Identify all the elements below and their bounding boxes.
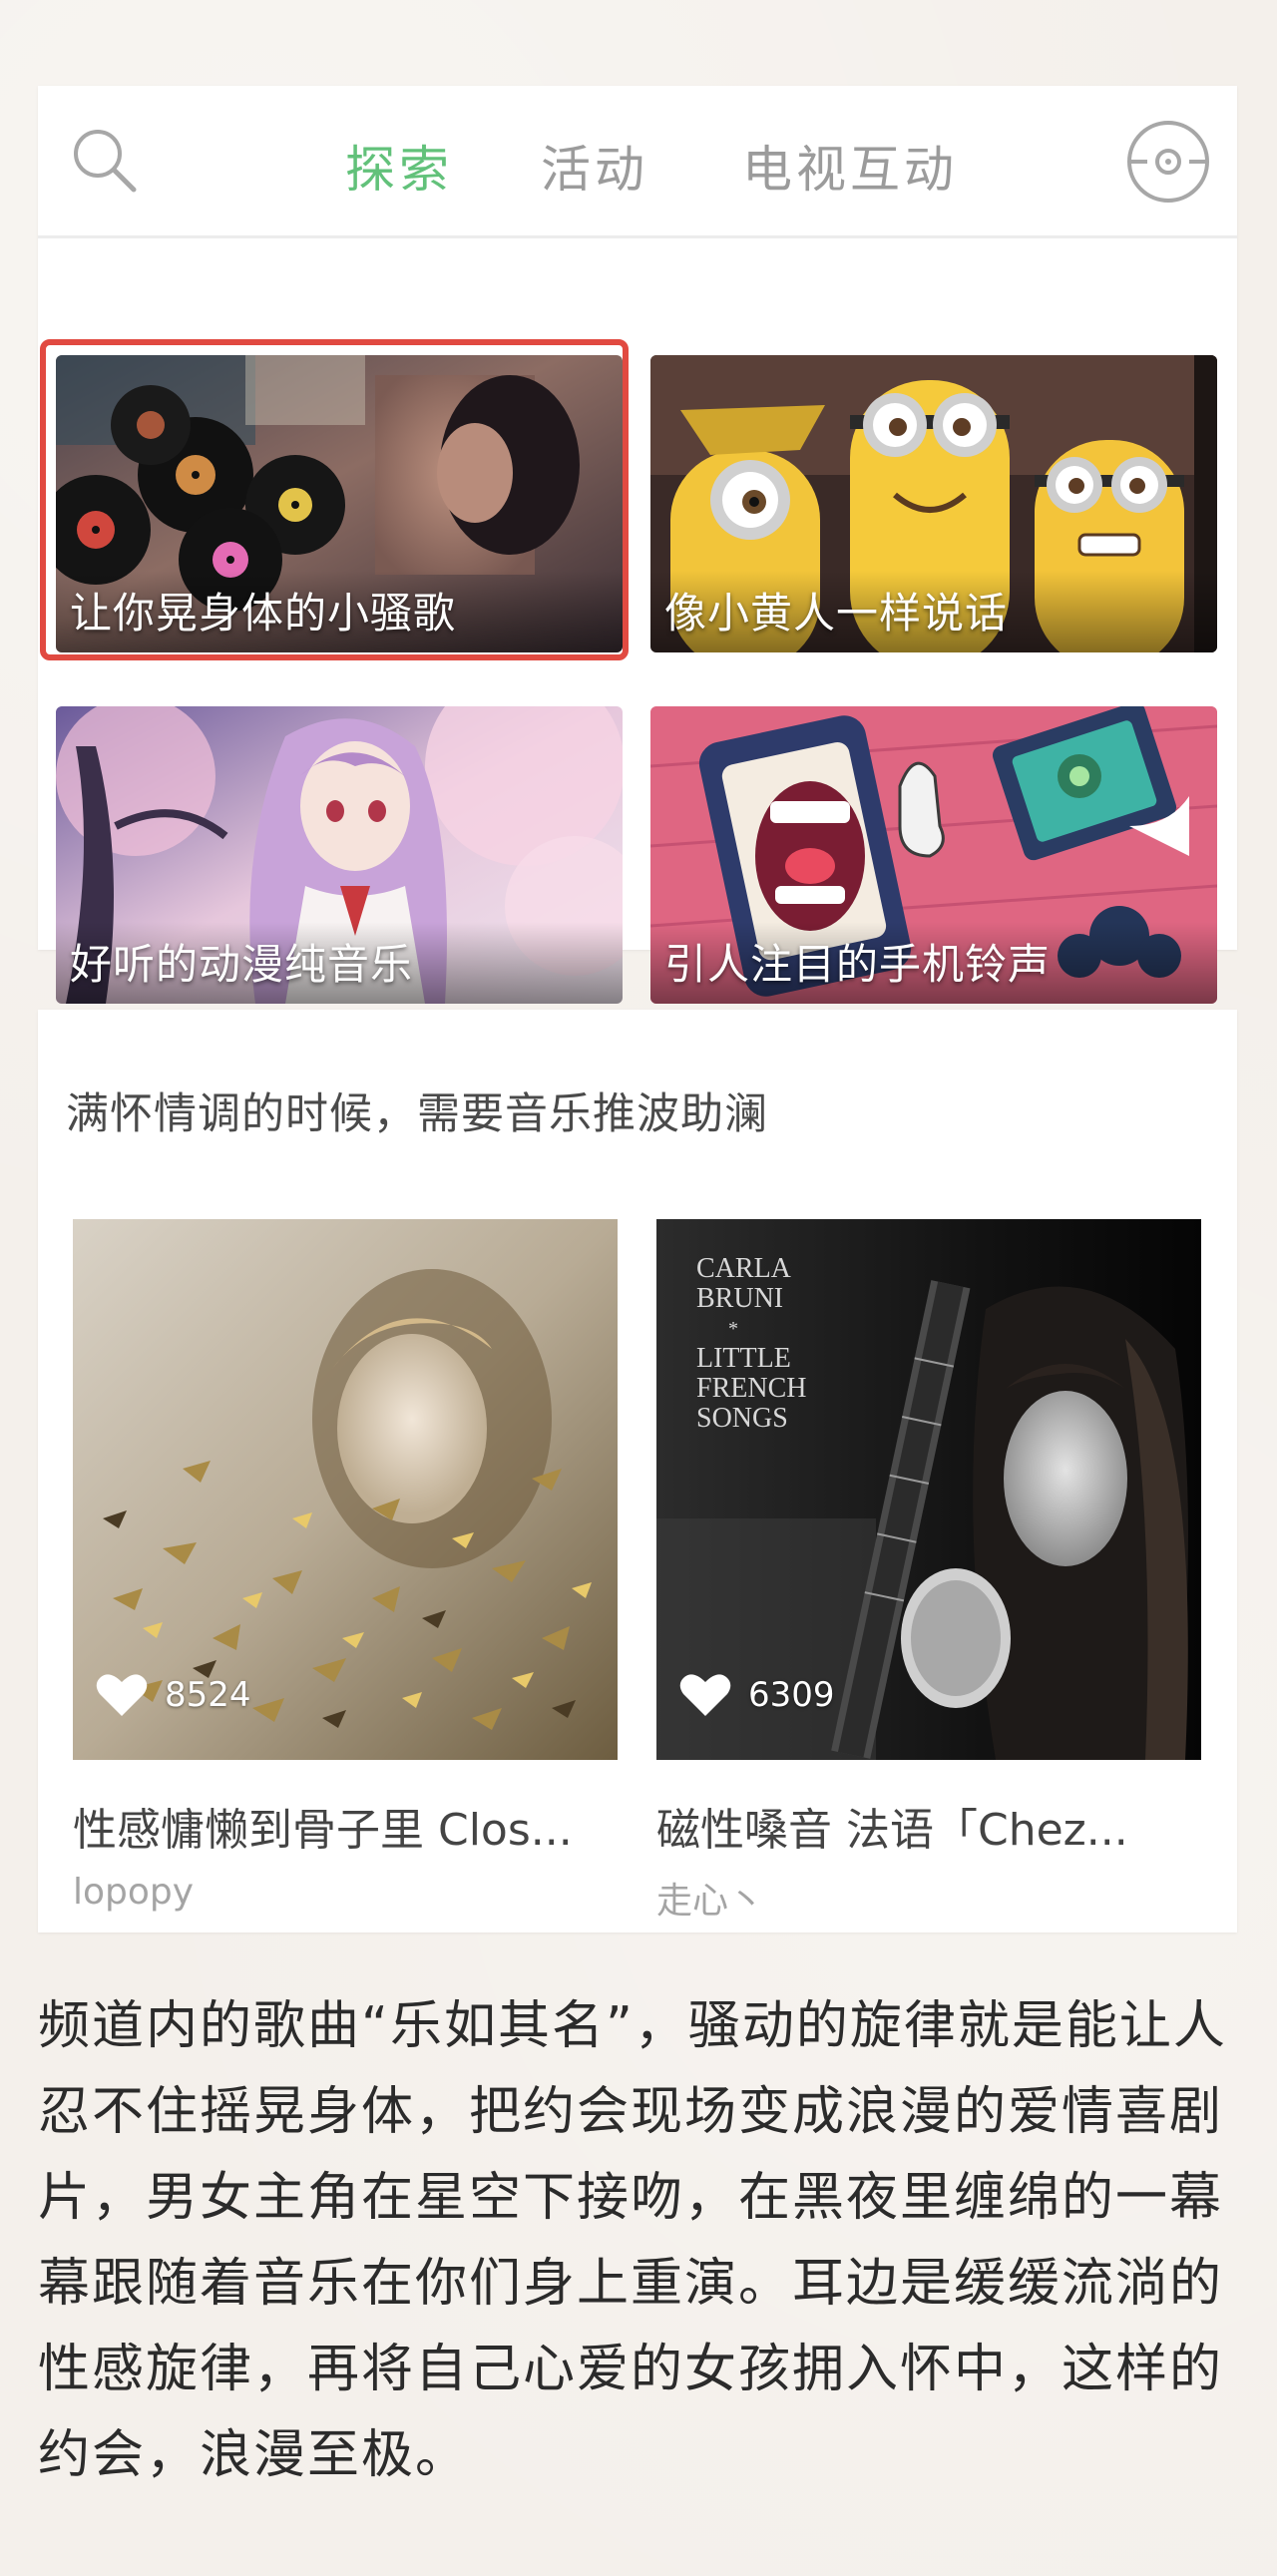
disc-icon[interactable]: [1125, 119, 1211, 205]
banner-item-anime-music[interactable]: 好听的动漫纯音乐: [56, 706, 623, 1004]
top-nav: 探索 活动 电视互动: [38, 86, 1237, 238]
explore-card: 探索 活动 电视互动 让你晃身体的小骚歌 像小黄人一样说话 好听的动漫纯音乐 引…: [38, 86, 1237, 1004]
cover-text-star: *: [728, 1318, 738, 1340]
cover-text-line: CARLA: [696, 1253, 792, 1284]
cover-text-line: SONGS: [696, 1403, 788, 1434]
banner-caption: 让你晃身体的小骚歌: [70, 589, 457, 638]
section-title: 满怀情调的时候，需要音乐推波助澜: [66, 1089, 768, 1139]
likes-count: 6309: [748, 1675, 835, 1715]
cover-text-line: BRUNI: [696, 1283, 783, 1314]
banner-item-minions-talk[interactable]: 像小黄人一样说话: [650, 355, 1217, 652]
cover-text-line: LITTLE: [696, 1343, 791, 1374]
banner-item-dance-songs[interactable]: 让你晃身体的小骚歌: [56, 355, 623, 652]
heart-icon[interactable]: [678, 1672, 732, 1718]
album-author[interactable]: 走心丶: [656, 1872, 1201, 1924]
likes-count: 8524: [165, 1675, 251, 1715]
banner-grid: 让你晃身体的小骚歌 像小黄人一样说话 好听的动漫纯音乐 引人注目的手机铃声: [38, 238, 1237, 1004]
banner-caption: 像小黄人一样说话: [664, 589, 1009, 638]
tab-tv-interaction[interactable]: 电视互动: [742, 130, 958, 202]
banner-caption: 好听的动漫纯音乐: [70, 940, 414, 989]
album-card[interactable]: 8524 性感慵懒到骨子里 Clos... lopopy: [73, 1219, 618, 1913]
heart-icon[interactable]: [95, 1672, 149, 1718]
album-cover: CARLA BRUNI * LITTLE FRENCH SONGS 6309: [656, 1219, 1201, 1760]
search-icon[interactable]: [66, 122, 144, 200]
likes-counter: 8524: [95, 1672, 251, 1718]
playlist-section: 满怀情调的时候，需要音乐推波助澜 8524 性感慵懒到骨子里 Clos... l…: [38, 1010, 1237, 1932]
album-title: 性感慵懒到骨子里 Clos...: [73, 1805, 573, 1856]
album-title: 磁性嗓音 法语「Chez...: [656, 1805, 1128, 1856]
album-cover: 8524: [73, 1219, 618, 1760]
tab-explore[interactable]: 探索: [345, 130, 453, 202]
album-card[interactable]: CARLA BRUNI * LITTLE FRENCH SONGS 6309 磁…: [656, 1219, 1201, 1924]
tab-activity[interactable]: 活动: [541, 130, 648, 202]
likes-counter: 6309: [678, 1672, 835, 1718]
article-paragraph: 频道内的歌曲“乐如其名”，骚动的旋律就是能让人忍不住摇晃身体，把约会现场变成浪漫…: [38, 1996, 1227, 2485]
cover-text-line: FRENCH: [696, 1373, 806, 1404]
album-author[interactable]: lopopy: [73, 1872, 618, 1913]
banner-item-ringtones[interactable]: 引人注目的手机铃声: [650, 706, 1217, 1004]
banner-caption: 引人注目的手机铃声: [664, 940, 1052, 989]
